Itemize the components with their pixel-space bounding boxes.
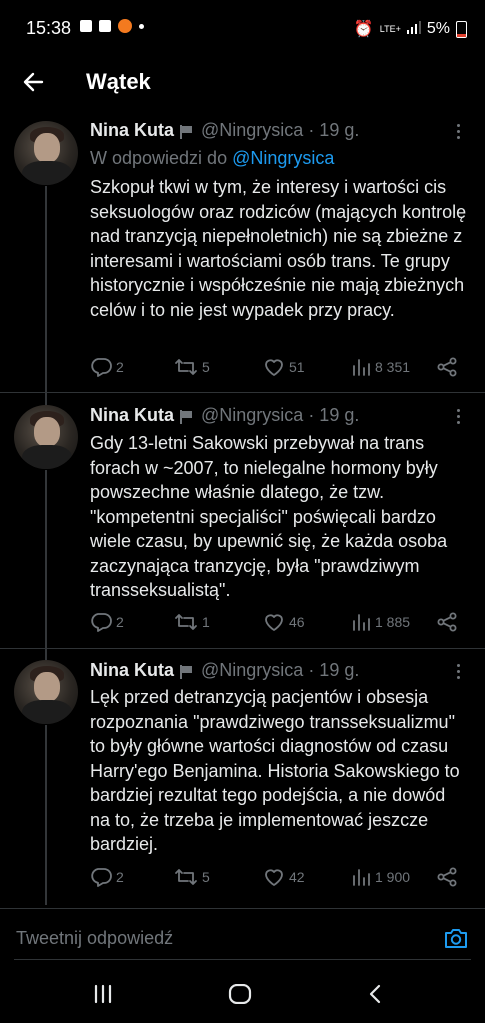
thread-line [45,725,47,905]
like-icon [265,359,283,376]
reply-button[interactable]: 2 [90,612,124,632]
reply-icon [91,613,112,632]
retweet-count: 5 [202,869,210,885]
back-icon[interactable] [366,984,384,1009]
signal-icon [406,20,421,39]
retweet-count: 1 [202,614,210,630]
system-icons: ⏰ LTE+ 5% [354,19,467,39]
home-icon[interactable] [228,983,252,1009]
status-bar: 15:38 ⏰ LTE+ 5% [0,0,485,58]
avatar[interactable] [14,660,78,724]
views-button[interactable]: 1 885 [351,612,410,632]
author-name[interactable]: Nina Kuta [90,120,174,141]
reply-icon [91,358,112,377]
views-icon [353,614,370,631]
views-count: 8 351 [375,359,411,375]
back-arrow-icon[interactable] [20,68,48,96]
battery-icon [456,20,467,38]
author-handle[interactable]: @Ningrysica · 19 g. [201,660,359,681]
battery-label: 5% [426,20,450,37]
author-name[interactable]: Nina Kuta [90,405,174,426]
app-icon [118,19,132,33]
retweet-count: 5 [202,359,210,375]
thread-line [45,470,47,660]
more-notifications-icon [139,23,144,29]
reply-count: 2 [116,869,124,885]
views-icon [353,359,370,376]
tweet-text: Gdy 13-letni Sakowski przebywał na trans… [90,433,448,600]
alarm-icon: ⏰ [353,21,374,38]
author-name[interactable]: Nina Kuta [90,660,174,681]
share-button[interactable] [436,612,458,632]
network-label: LTE+ [379,24,401,34]
camera-icon[interactable] [443,926,469,955]
like-count: 51 [289,359,305,375]
top-bar: Wątek [0,58,485,108]
reply-button[interactable]: 2 [90,357,124,377]
tweet-actions: 2 5 51 8 351 [90,357,470,381]
system-nav-bar [0,966,485,1023]
retweet-icon [175,359,197,375]
share-button[interactable] [436,867,458,887]
tweet-text: Szkopuł tkwi w tym, że interesy i wartoś… [90,177,467,320]
tweet-text: Lęk przed detranzycją pacjentów i obsesj… [90,687,460,854]
page-title: Wątek [86,69,151,94]
author-handle[interactable]: @Ningrysica · 19 g. [201,405,359,426]
reply-icon [91,868,112,887]
reply-to: W odpowiedzi do @Ningrysica [90,148,334,169]
more-icon[interactable] [457,409,461,424]
tweet-actions: 2 1 46 1 885 [90,612,470,636]
author-handle[interactable]: @Ningrysica · 19 g. [201,120,359,141]
views-icon [353,869,370,886]
share-icon [437,867,457,887]
divider [0,648,485,649]
avatar[interactable] [14,405,78,469]
retweet-icon [175,869,197,885]
views-button[interactable]: 1 900 [351,867,410,887]
more-icon[interactable] [457,664,461,679]
views-button[interactable]: 8 351 [351,357,410,377]
thread-line [45,186,47,406]
share-button[interactable] [436,357,458,377]
retweet-button[interactable]: 1 [174,612,210,632]
flag-icon [180,124,193,139]
reply-underline [14,959,471,960]
reply-count: 2 [116,614,124,630]
more-icon[interactable] [457,124,461,139]
like-button[interactable]: 51 [263,357,305,377]
gallery-icon [80,20,92,32]
flag-icon [180,664,193,679]
like-icon [265,869,283,886]
reply-prefix: W odpowiedzi do [90,148,228,168]
tweet-header: Nina Kuta @Ningrysica · 19 g. [90,120,359,141]
notification-icons [80,19,144,33]
like-button[interactable]: 46 [263,612,305,632]
flag-icon [180,409,193,424]
retweet-button[interactable]: 5 [174,867,210,887]
like-icon [265,614,283,631]
like-count: 42 [289,869,305,885]
reply-input[interactable] [14,927,418,950]
share-icon [437,612,457,632]
tweet-header: Nina Kuta @Ningrysica · 19 g. [90,660,359,681]
tweet-header: Nina Kuta @Ningrysica · 19 g. [90,405,359,426]
reply-button[interactable]: 2 [90,867,124,887]
reply-count: 2 [116,359,124,375]
like-button[interactable]: 42 [263,867,305,887]
reply-bar [0,908,485,967]
retweet-icon [175,614,197,630]
retweet-button[interactable]: 5 [174,357,210,377]
status-time: 15:38 [26,18,72,38]
share-icon [437,357,457,377]
like-count: 46 [289,614,305,630]
tweet-actions: 2 5 42 1 900 [90,867,470,891]
alert-icon [99,20,111,32]
recents-icon[interactable] [92,984,114,1009]
avatar[interactable] [14,121,78,185]
views-count: 1 885 [375,614,411,630]
reply-mention[interactable]: @Ningrysica [232,148,334,168]
divider [0,392,485,393]
views-count: 1 900 [375,869,411,885]
